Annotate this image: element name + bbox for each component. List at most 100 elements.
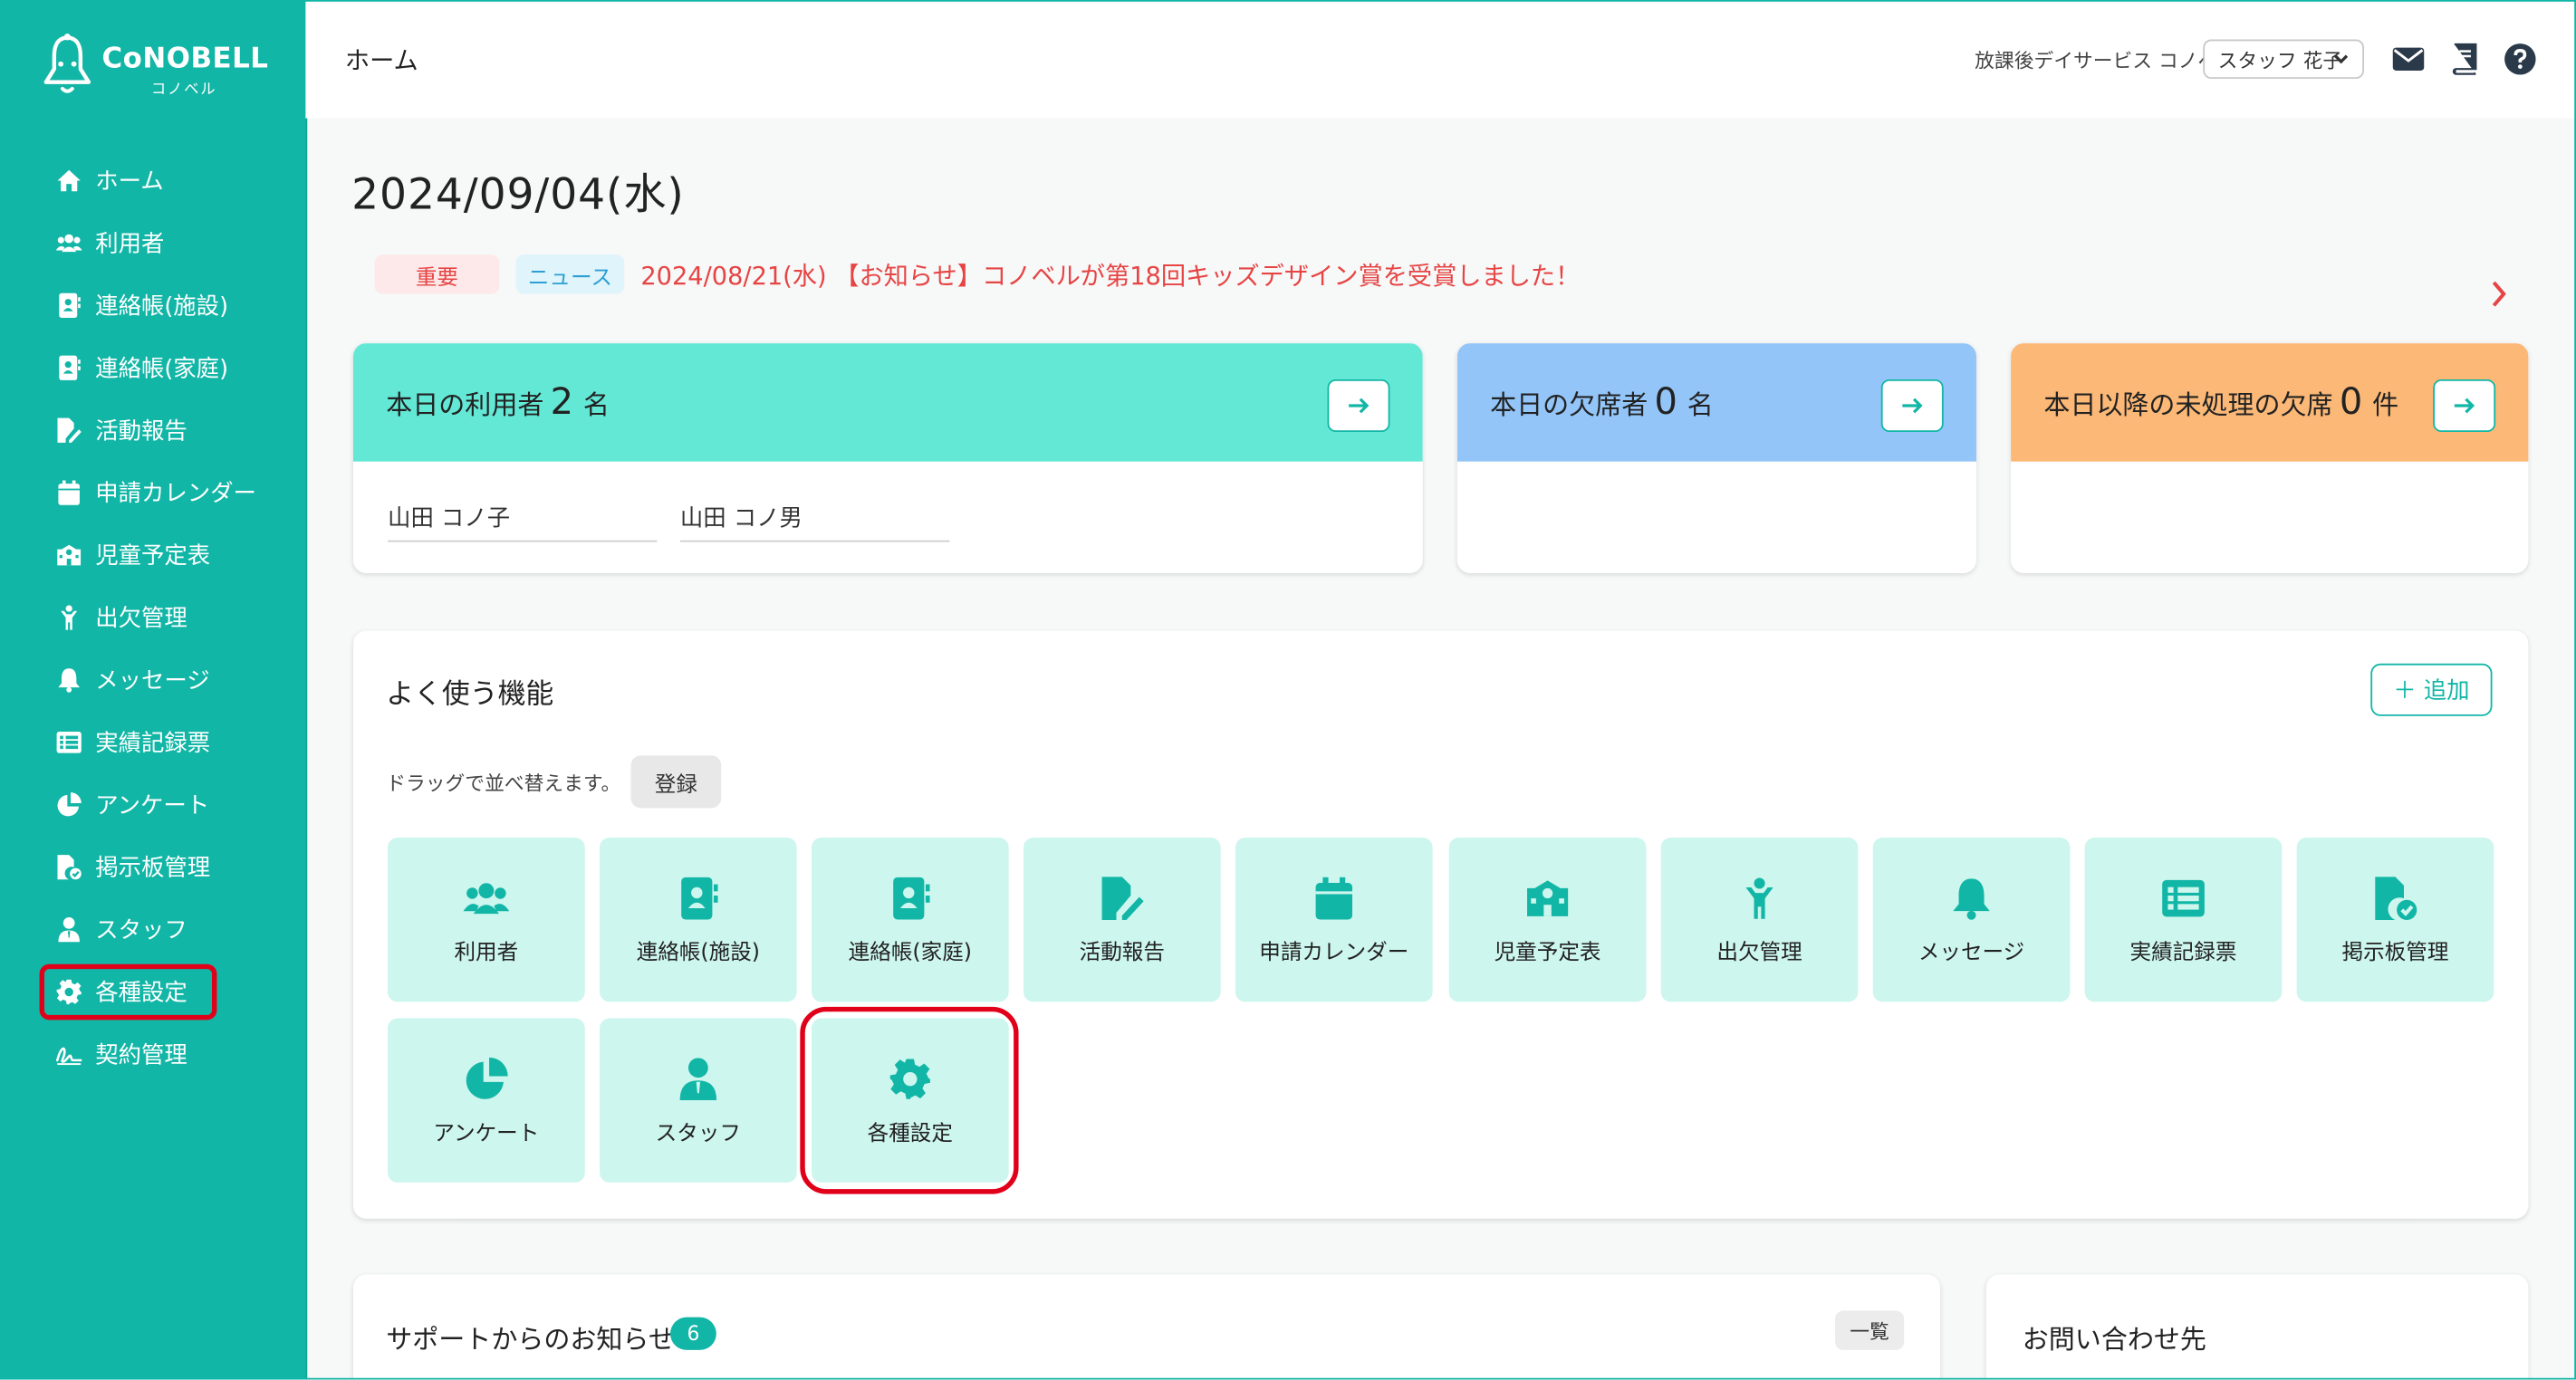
favorites-title: よく使う機能 <box>386 678 554 712</box>
chevron-right-icon[interactable] <box>2487 276 2510 319</box>
card-count: 0 <box>1654 381 1677 424</box>
tile-label: 実績記録票 <box>2129 940 2237 965</box>
tile-label: 出欠管理 <box>1716 940 1802 965</box>
today-users-go-button[interactable] <box>1327 379 1390 433</box>
tile-label: 活動報告 <box>1079 940 1165 965</box>
sidebar-item-survey[interactable]: アンケート <box>40 773 286 836</box>
gear-icon <box>56 979 82 1005</box>
child-icon <box>1736 875 1783 921</box>
logo[interactable]: CoNOBELL コノベル <box>40 33 286 105</box>
file-check-icon <box>56 854 82 880</box>
sidebar-item-request-calendar[interactable]: 申請カレンダー <box>40 462 286 524</box>
staff-select[interactable]: スタッフ 花子 <box>2203 39 2365 80</box>
tile-survey[interactable]: アンケート <box>388 1018 585 1183</box>
sidebar-item-label: 児童予定表 <box>95 543 211 570</box>
today-users-header: 本日の利用者 2 名 <box>352 343 1423 462</box>
news-tag: ニュース <box>515 254 625 294</box>
tile-label: 連絡帳(施設) <box>636 940 761 965</box>
support-news-count-badge: 6 <box>670 1317 716 1350</box>
add-favorite-button[interactable]: ＋ 追加 <box>2370 663 2493 716</box>
tile-label: アンケート <box>433 1120 540 1146</box>
sidebar-item-message[interactable]: メッセージ <box>40 648 286 711</box>
tile-bulletin-board[interactable]: 掲示板管理 <box>2296 838 2494 1002</box>
tile-message[interactable]: メッセージ <box>1872 838 2071 1002</box>
pie-chart-icon <box>56 791 82 818</box>
contact-book-icon <box>56 292 82 319</box>
news-headline[interactable]: 2024/08/21(水) 【お知らせ】コノベルが第18回キッズデザイン賞を受賞… <box>640 257 1580 292</box>
tile-label: 連絡帳(家庭) <box>848 940 972 965</box>
sidebar-item-performance-record[interactable]: 実績記録票 <box>40 711 286 773</box>
important-tag: 重要 <box>374 254 500 294</box>
tile-label: 利用者 <box>454 940 519 965</box>
bell-logo-icon <box>43 34 91 93</box>
help-icon[interactable] <box>2502 41 2538 77</box>
support-news-panel: サポートからのお知らせ 6 一覧 <box>352 1274 1941 1380</box>
book-icon[interactable] <box>2446 41 2483 77</box>
sidebar-nav: ホーム 利用者 連絡帳(施設) 連絡帳(家庭) 活動報告 申請カレンダー 児童予… <box>39 149 286 1086</box>
today-users-card: 本日の利用者 2 名 山田 コノ子 山田 コノ男 <box>352 343 1423 574</box>
tile-label: 掲示板管理 <box>2341 940 2449 965</box>
sidebar-item-home[interactable]: ホーム <box>40 149 286 212</box>
tile-users[interactable]: 利用者 <box>388 838 585 1002</box>
sidebar-item-label: 連絡帳(家庭) <box>95 356 229 383</box>
sidebar-item-child-schedule[interactable]: 児童予定表 <box>40 524 286 587</box>
contact-title: お問い合わせ先 <box>2022 1323 2206 1356</box>
tile-request-calendar[interactable]: 申請カレンダー <box>1235 838 1433 1002</box>
sidebar-item-contact-book-home[interactable]: 連絡帳(家庭) <box>40 337 286 399</box>
tile-activity-report[interactable]: 活動報告 <box>1023 838 1221 1002</box>
users-icon <box>55 230 82 256</box>
unprocessed-absence-go-button[interactable] <box>2433 379 2496 433</box>
tile-child-schedule[interactable]: 児童予定表 <box>1448 838 1647 1002</box>
contact-book-icon <box>887 875 933 921</box>
tile-staff[interactable]: スタッフ <box>600 1018 797 1183</box>
card-title: 本日の欠席者 <box>1490 388 1648 421</box>
tile-performance-record[interactable]: 実績記録票 <box>2084 838 2283 1002</box>
user-name-link[interactable]: 山田 コノ男 <box>679 501 950 542</box>
file-edit-icon <box>56 417 82 444</box>
sidebar-item-label: ホーム <box>95 168 164 196</box>
tile-label: 申請カレンダー <box>1259 940 1409 965</box>
card-title: 本日以降の未処理の欠席 <box>2043 388 2333 421</box>
mail-icon[interactable] <box>2390 41 2427 77</box>
register-button[interactable]: 登録 <box>630 755 722 809</box>
bell-icon <box>1948 875 1994 921</box>
sidebar-item-users[interactable]: 利用者 <box>40 212 286 274</box>
sidebar-item-label: 契約管理 <box>95 1042 187 1069</box>
staff-icon <box>675 1055 721 1101</box>
sidebar-item-label: 活動報告 <box>95 418 187 446</box>
unprocessed-absence-header: 本日以降の未処理の欠席 0 件 <box>2011 343 2529 462</box>
sidebar-item-label: メッセージ <box>95 668 210 695</box>
support-news-list-button[interactable]: 一覧 <box>1834 1310 1905 1350</box>
sidebar-item-label: 掲示板管理 <box>95 855 211 882</box>
sidebar-item-staff[interactable]: スタッフ <box>40 898 286 961</box>
contact-book-icon <box>56 355 82 381</box>
support-news-title: サポートからのお知らせ <box>386 1323 675 1356</box>
contact-book-icon <box>675 875 721 921</box>
sidebar-item-activity-report[interactable]: 活動報告 <box>40 399 286 462</box>
pie-chart-icon <box>463 1055 509 1101</box>
sidebar-item-settings[interactable]: 各種設定 <box>39 963 217 1021</box>
sidebar-item-label: スタッフ <box>95 917 187 944</box>
today-absent-go-button[interactable] <box>1880 379 1944 433</box>
bell-icon <box>56 666 82 693</box>
tile-contact-book-home[interactable]: 連絡帳(家庭) <box>812 838 1009 1002</box>
card-title: 本日の利用者 <box>386 388 544 421</box>
sidebar-item-label: 各種設定 <box>95 980 187 1007</box>
sidebar-item-bulletin-board[interactable]: 掲示板管理 <box>40 836 286 898</box>
logo-subtext: コノベル <box>150 81 217 99</box>
sidebar-item-label: 実績記録票 <box>95 731 211 758</box>
news-bar[interactable]: 重要 ニュース 2024/08/21(水) 【お知らせ】コノベルが第18回キッズ… <box>374 253 1581 295</box>
tile-contact-book-facility[interactable]: 連絡帳(施設) <box>600 838 797 1002</box>
sidebar: CoNOBELL コノベル ホーム 利用者 連絡帳(施設) 連絡帳(家庭) 活動… <box>0 0 308 1380</box>
card-count: 2 <box>550 381 574 424</box>
sidebar-item-label: アンケート <box>95 793 210 820</box>
tile-attendance[interactable]: 出欠管理 <box>1660 838 1859 1002</box>
sidebar-item-label: 申請カレンダー <box>95 481 256 508</box>
sidebar-item-contract[interactable]: 契約管理 <box>40 1023 286 1086</box>
school-icon <box>56 542 82 569</box>
sidebar-item-attendance[interactable]: 出欠管理 <box>40 587 286 649</box>
contact-panel: お問い合わせ先 <box>1985 1274 2529 1380</box>
unprocessed-absence-card: 本日以降の未処理の欠席 0 件 <box>2011 343 2529 574</box>
user-name-link[interactable]: 山田 コノ子 <box>388 501 658 542</box>
sidebar-item-contact-book-facility[interactable]: 連絡帳(施設) <box>40 274 286 337</box>
